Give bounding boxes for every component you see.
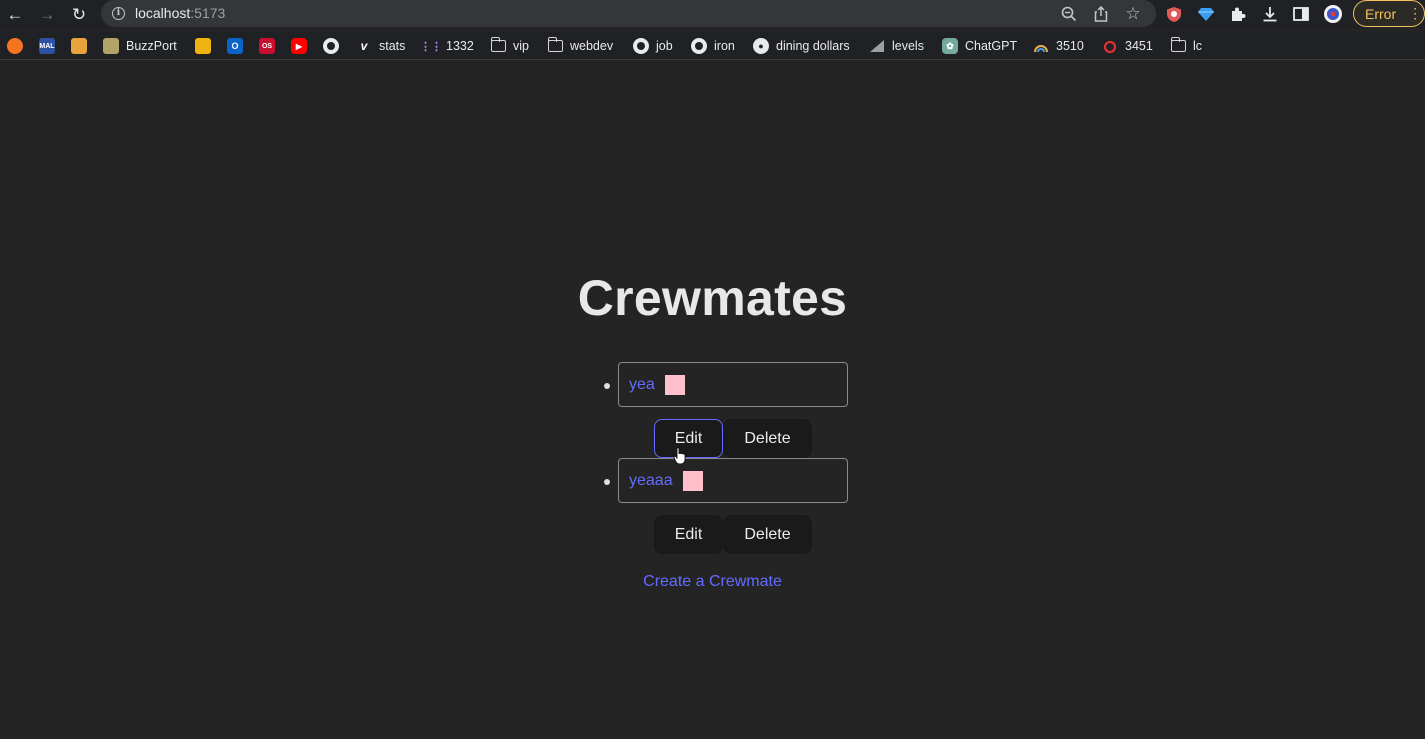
bookmark-github[interactable]: [323, 37, 339, 55]
bookmark-dining-dollars[interactable]: ● dining dollars: [753, 37, 850, 55]
bookmark-label: 3510: [1056, 39, 1084, 53]
crewmate-color-swatch: [664, 374, 685, 395]
bookmark-3451[interactable]: 3451: [1102, 37, 1153, 55]
bookmarks-bar: MAL BuzzPort O OS ▶ v stats ⋮⋮ 1332 vip we…: [0, 32, 1425, 60]
create-crewmate-link[interactable]: Create a Crewmate: [0, 573, 1425, 591]
edit-button[interactable]: Edit: [654, 419, 723, 458]
forward-arrow-icon[interactable]: →: [36, 3, 58, 25]
back-arrow-icon[interactable]: ←: [4, 3, 26, 25]
kebab-menu-icon: ⋮: [1408, 5, 1422, 21]
bookmark-label: 3451: [1125, 39, 1153, 53]
list-bullet: [604, 479, 610, 485]
folder-icon: [490, 37, 506, 52]
hand-cursor-icon: [673, 447, 686, 465]
bookmark-lc[interactable]: lc: [1170, 37, 1203, 55]
github-icon: [323, 38, 339, 54]
bookmark-chatgpt[interactable]: ✿ ChatGPT: [942, 37, 1017, 55]
bookmark-label: stats: [379, 39, 406, 53]
side-panel-icon[interactable]: [1290, 3, 1312, 25]
url-text[interactable]: localhost:5173: [135, 5, 225, 21]
bookmark-label: ChatGPT: [965, 39, 1018, 53]
bookmark-iron[interactable]: iron: [691, 37, 735, 55]
bookmark-os[interactable]: OS: [259, 37, 275, 55]
list-bullet: [604, 383, 610, 389]
outlook-icon: O: [227, 38, 243, 54]
bookmark-youtube[interactable]: ▶: [291, 37, 307, 55]
globe-icon: ●: [753, 38, 769, 54]
site-info-icon[interactable]: i: [112, 7, 125, 20]
bookmark-cat[interactable]: [71, 37, 87, 55]
bookmark-label: levels: [892, 39, 924, 53]
dots-icon: ⋮⋮: [420, 40, 442, 53]
github-icon: [633, 38, 649, 54]
rainbow-icon: [1033, 38, 1049, 54]
chatgpt-icon: ✿: [942, 38, 958, 54]
bookmark-levels[interactable]: levels: [869, 37, 924, 55]
bookmark-label: job: [656, 39, 673, 53]
error-menu-button[interactable]: Error ⋮: [1353, 0, 1425, 27]
url-host: localhost: [135, 5, 191, 21]
gem-extension-icon[interactable]: [1195, 3, 1217, 25]
bookmark-stats[interactable]: v stats: [356, 37, 406, 55]
vercel-icon: v: [360, 39, 368, 53]
yellowjacket-icon: [195, 38, 211, 54]
zoom-icon[interactable]: [1059, 4, 1079, 24]
error-label: Error: [1365, 5, 1397, 22]
shield-extension-icon[interactable]: [1163, 3, 1185, 25]
bookmark-webdev[interactable]: webdev: [547, 37, 614, 55]
url-port: :5173: [190, 5, 226, 21]
crewmate-name[interactable]: yeaaa: [629, 472, 673, 490]
bookmark-outlook[interactable]: O: [227, 37, 243, 55]
bookmark-label: 1332: [446, 39, 474, 53]
browser-toolbar: ← → ↻ i localhost:5173 ☆ Error ⋮: [0, 0, 1425, 28]
page-title: Crewmates: [577, 270, 848, 326]
crewmate-color-swatch: [682, 470, 703, 491]
bookmark-label: BuzzPort: [126, 39, 177, 53]
buzz-icon: [103, 38, 119, 54]
bookmark-mal[interactable]: MAL: [39, 37, 55, 55]
bookmark-job[interactable]: job: [633, 37, 673, 55]
edit-button[interactable]: Edit: [654, 515, 723, 554]
bookmark-label: webdev: [570, 39, 614, 53]
bookmark-1332[interactable]: ⋮⋮ 1332: [420, 37, 474, 55]
bookmark-star-icon[interactable]: ☆: [1123, 4, 1143, 24]
bookmark-buzzport[interactable]: BuzzPort: [103, 37, 177, 55]
levels-icon: [869, 38, 885, 54]
crunchyroll-icon: [7, 38, 23, 54]
mal-icon: MAL: [39, 38, 55, 54]
bookmark-vip[interactable]: vip: [490, 37, 529, 55]
crewmate-card[interactable]: yeaaa: [618, 458, 848, 503]
address-bar[interactable]: i localhost:5173 ☆: [101, 0, 1156, 27]
bookmark-label: vip: [513, 39, 529, 53]
share-icon[interactable]: [1091, 4, 1111, 24]
page-content: Crewmates yea Edit Delete yeaaa Edit Del…: [0, 64, 1425, 739]
delete-button[interactable]: Delete: [723, 419, 812, 458]
folder-icon: [1170, 37, 1186, 52]
os-icon: OS: [259, 38, 275, 54]
bookmark-crunchyroll[interactable]: [7, 37, 23, 55]
bookmark-3510[interactable]: 3510: [1033, 37, 1084, 55]
ring-icon: [1102, 38, 1118, 54]
bookmark-yellowjacket[interactable]: [195, 37, 211, 55]
reload-icon[interactable]: ↻: [68, 3, 90, 25]
extensions-puzzle-icon[interactable]: [1227, 3, 1249, 25]
youtube-icon: ▶: [291, 38, 307, 54]
crewmate-card[interactable]: yea: [618, 362, 848, 407]
download-icon[interactable]: [1259, 3, 1281, 25]
profile-avatar-icon[interactable]: [1322, 3, 1344, 25]
delete-button[interactable]: Delete: [723, 515, 812, 554]
cat-icon: [71, 38, 87, 54]
bookmark-label: lc: [1193, 39, 1203, 53]
folder-icon: [547, 37, 563, 52]
bookmark-label: dining dollars: [776, 39, 850, 53]
github-icon: [691, 38, 707, 54]
crewmate-name[interactable]: yea: [629, 376, 655, 394]
bookmark-label: iron: [714, 39, 735, 53]
